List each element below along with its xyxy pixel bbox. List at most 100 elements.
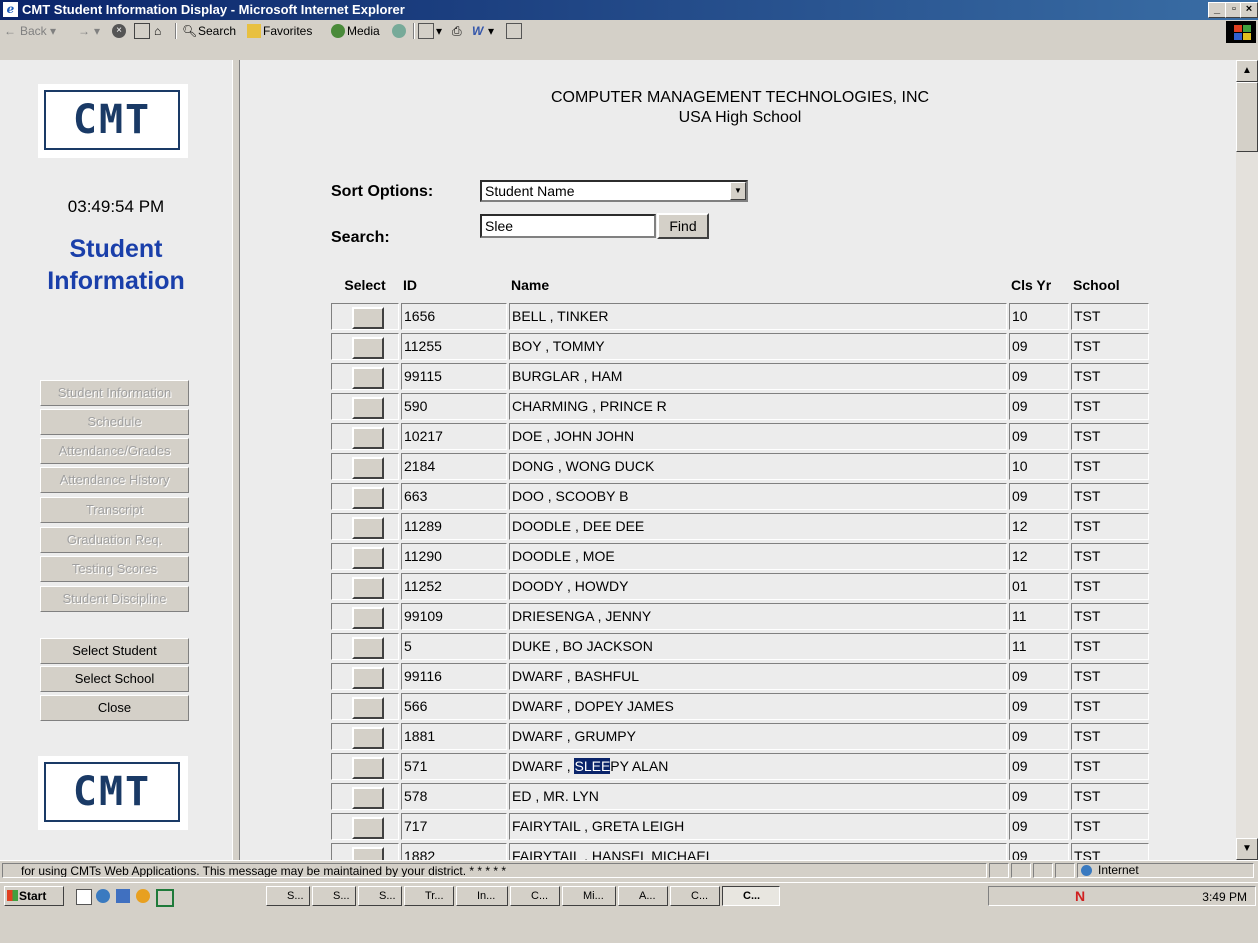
mail-button[interactable]: ▾	[418, 20, 442, 42]
chevron-down-icon[interactable]: ▼	[730, 182, 746, 200]
select-row-button[interactable]	[352, 397, 384, 419]
taskbar-button-3[interactable]: S...	[358, 886, 402, 906]
taskbar-button-9[interactable]: C...	[670, 886, 720, 906]
discuss-button[interactable]	[506, 20, 524, 42]
globe-icon	[1081, 865, 1092, 876]
find-button[interactable]: Find	[657, 213, 709, 239]
select-school-button[interactable]: Select School	[40, 666, 189, 692]
taskbar-button-8[interactable]: A...	[618, 886, 668, 906]
search-input[interactable]: Slee	[480, 214, 656, 238]
table-row: 566 DWARF , DOPEY JAMES 09 TST	[329, 692, 1153, 722]
search-button[interactable]: 🔍︎ Search	[182, 20, 236, 42]
select-row-button[interactable]	[352, 637, 384, 659]
scroll-down-icon[interactable]: ▼	[1236, 838, 1258, 860]
class-year: 10	[1009, 303, 1069, 330]
select-student-button[interactable]: Select Student	[40, 638, 189, 664]
start-button[interactable]: Start	[4, 886, 64, 906]
class-year: 09	[1009, 423, 1069, 450]
show-desktop-icon[interactable]	[76, 889, 92, 905]
student-name-cell: DOE , JOHN JOHN	[509, 423, 1007, 450]
student-table: Select ID Name Cls Yr School 1656 BELL , …	[329, 272, 1153, 860]
select-row-button[interactable]	[352, 577, 384, 599]
print-button[interactable]: ⎙	[452, 20, 468, 42]
nav-graduation-req: Graduation Req.	[40, 527, 189, 553]
media-button[interactable]: Media	[331, 20, 380, 42]
select-row-button[interactable]	[352, 547, 384, 569]
app-icon[interactable]	[156, 889, 174, 907]
select-row-button[interactable]	[352, 337, 384, 359]
taskbar-button-7[interactable]: Mi...	[562, 886, 616, 906]
student-name: DRIESENGA , JENNY	[512, 608, 652, 624]
norton-icon[interactable]: N	[1075, 888, 1085, 904]
favorites-button[interactable]: Favorites	[247, 20, 312, 42]
taskbar-button-4[interactable]: Tr...	[404, 886, 454, 906]
table-row: 2184 DONG , WONG DUCK 10 TST	[329, 452, 1153, 482]
minimize-button[interactable]: _	[1208, 2, 1226, 18]
taskbar-button-5[interactable]: In...	[456, 886, 508, 906]
scroll-up-icon[interactable]: ▲	[1236, 60, 1258, 82]
taskbar-button-active[interactable]: C...	[722, 886, 780, 906]
status-bar: for using CMTs Web Applications. This me…	[0, 860, 1258, 881]
select-row-button[interactable]	[352, 697, 384, 719]
select-row-button[interactable]	[352, 667, 384, 689]
refresh-button[interactable]	[134, 20, 152, 42]
history-icon	[392, 24, 406, 38]
student-name-cell: DOO , SCOOBY B	[509, 483, 1007, 510]
student-name-cell: FAIRYTAIL , GRETA LEIGH	[509, 813, 1007, 840]
student-name-cell: DRIESENGA , JENNY	[509, 603, 1007, 630]
sort-options-select[interactable]: Student Name ▼	[480, 180, 748, 202]
student-id: 1882	[401, 843, 507, 860]
select-row-button[interactable]	[352, 427, 384, 449]
student-name-cell: BELL , TINKER	[509, 303, 1007, 330]
school-name: USA High School	[678, 109, 802, 126]
vertical-scrollbar[interactable]: ▲ ▼	[1236, 60, 1258, 860]
select-row-button[interactable]	[352, 367, 384, 389]
select-row-button[interactable]	[352, 487, 384, 509]
select-row-button[interactable]	[352, 457, 384, 479]
close-button[interactable]: Close	[40, 695, 189, 721]
window-titlebar: e CMT Student Information Display - Micr…	[0, 0, 1258, 20]
student-id: 663	[401, 483, 507, 510]
class-year: 09	[1009, 333, 1069, 360]
taskbar-button-6[interactable]: C...	[510, 886, 560, 906]
system-tray: N 3:49 PM	[988, 886, 1256, 906]
select-row-button[interactable]	[352, 517, 384, 539]
section-title: Student Information	[47, 235, 185, 295]
table-row: 663 DOO , SCOOBY B 09 TST	[329, 482, 1153, 512]
class-year: 09	[1009, 783, 1069, 810]
taskbar-button-1[interactable]: S...	[266, 886, 310, 906]
select-row-button[interactable]	[352, 817, 384, 839]
edit-button[interactable]: W ▾	[472, 20, 494, 42]
stop-button[interactable]: ×	[112, 20, 128, 42]
student-name-cell: DONG , WONG DUCK	[509, 453, 1007, 480]
select-row-button[interactable]	[352, 727, 384, 749]
student-name: DWARF , BASHFUL	[512, 668, 640, 684]
taskbar-button-2[interactable]: S...	[312, 886, 356, 906]
frame-splitter[interactable]	[232, 60, 240, 860]
select-row-button[interactable]	[352, 847, 384, 860]
history-button[interactable]	[392, 20, 408, 42]
close-window-button[interactable]: ×	[1240, 2, 1258, 18]
back-button[interactable]: ← Back ▾	[4, 20, 56, 42]
home-button[interactable]: ⌂	[154, 20, 170, 42]
student-name-cell: DOODY , HOWDY	[509, 573, 1007, 600]
forward-button[interactable]: → ▾	[78, 20, 100, 42]
school-code: TST	[1071, 723, 1149, 750]
select-row-button[interactable]	[352, 607, 384, 629]
student-name-cell: CHARMING , PRINCE R	[509, 393, 1007, 420]
select-row-button[interactable]	[352, 757, 384, 779]
table-row: 11289 DOODLE , DEE DEE 12 TST	[329, 512, 1153, 542]
ie-quicklaunch-icon[interactable]	[96, 889, 110, 903]
scroll-thumb[interactable]	[1236, 82, 1258, 152]
column-header-id: ID	[403, 277, 417, 293]
school-code: TST	[1071, 633, 1149, 660]
column-header-school: School	[1073, 277, 1120, 293]
school-code: TST	[1071, 363, 1149, 390]
select-row-button[interactable]	[352, 307, 384, 329]
select-row-button[interactable]	[352, 787, 384, 809]
outlook-icon[interactable]	[116, 889, 130, 903]
select-cell	[331, 603, 399, 630]
media-player-icon[interactable]	[136, 889, 150, 903]
table-row: 717 FAIRYTAIL , GRETA LEIGH 09 TST	[329, 812, 1153, 842]
select-cell	[331, 513, 399, 540]
